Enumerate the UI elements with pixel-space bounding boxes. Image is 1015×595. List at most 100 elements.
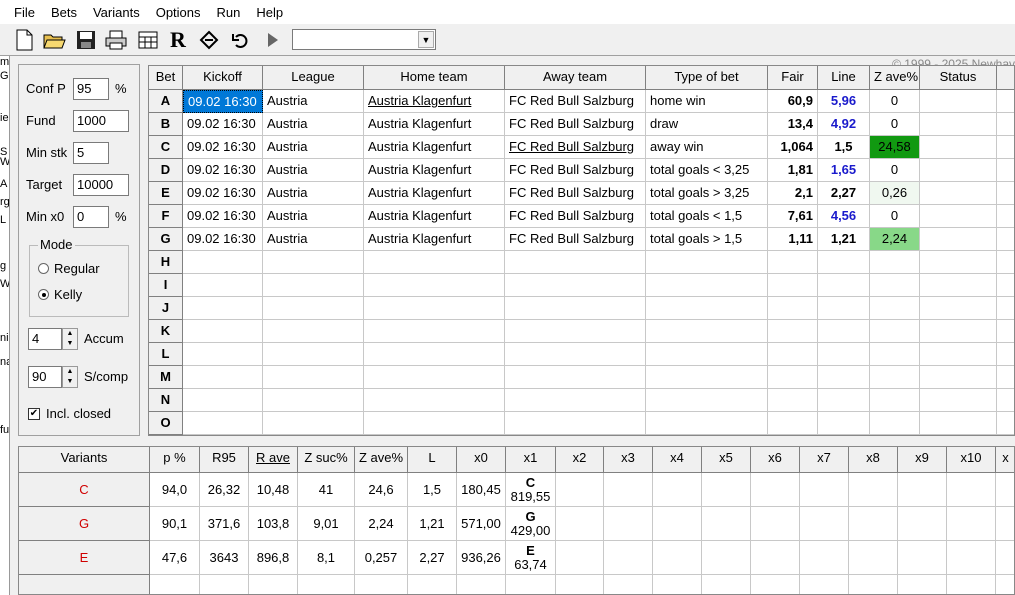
table-cell[interactable]: 103,8: [249, 507, 298, 541]
table-cell[interactable]: 5,96: [818, 90, 870, 113]
table-cell[interactable]: Austria Klagenfurt: [364, 205, 505, 228]
table-cell[interactable]: FC Red Bull Salzburg: [505, 182, 646, 205]
table-cell[interactable]: [604, 473, 653, 507]
table-cell[interactable]: [183, 412, 263, 435]
table-cell[interactable]: [263, 366, 364, 389]
save-icon[interactable]: [74, 28, 98, 52]
table-cell[interactable]: 2,24: [870, 228, 920, 251]
column-header-x4[interactable]: x4: [653, 447, 702, 473]
table-cell[interactable]: [870, 343, 920, 366]
undo-icon[interactable]: [229, 28, 253, 52]
table-cell[interactable]: 24,6: [355, 473, 408, 507]
table-cell[interactable]: 2,27: [408, 541, 457, 575]
print-icon[interactable]: [104, 28, 128, 52]
table-cell[interactable]: [997, 366, 1014, 389]
refresh-icon[interactable]: [197, 28, 221, 52]
column-header-variants[interactable]: Variants: [19, 447, 150, 473]
table-cell[interactable]: total goals < 1,5: [646, 205, 768, 228]
table-cell[interactable]: 3643: [200, 541, 249, 575]
row-header[interactable]: H: [149, 251, 183, 274]
table-cell[interactable]: Austria Klagenfurt: [364, 228, 505, 251]
table-cell[interactable]: [646, 297, 768, 320]
table-cell[interactable]: [768, 343, 818, 366]
table-cell[interactable]: [751, 473, 800, 507]
row-header[interactable]: O: [149, 412, 183, 435]
table-cell[interactable]: [997, 297, 1014, 320]
calculator-icon[interactable]: [136, 28, 160, 52]
table-cell[interactable]: 90,1: [150, 507, 200, 541]
table-cell[interactable]: FC Red Bull Salzburg: [505, 90, 646, 113]
table-cell[interactable]: [898, 541, 947, 575]
table-cell[interactable]: [800, 507, 849, 541]
table-cell[interactable]: 0,26: [870, 182, 920, 205]
row-header[interactable]: N: [149, 389, 183, 412]
r-icon[interactable]: R: [166, 27, 190, 52]
table-cell[interactable]: [920, 90, 997, 113]
table-cell[interactable]: [702, 575, 751, 594]
table-cell[interactable]: 1,21: [818, 228, 870, 251]
table-cell[interactable]: [870, 320, 920, 343]
target-input[interactable]: 10000: [73, 174, 129, 196]
table-cell[interactable]: [898, 575, 947, 594]
column-header-p-[interactable]: p %: [150, 447, 200, 473]
row-header[interactable]: E: [149, 182, 183, 205]
table-cell[interactable]: [920, 159, 997, 182]
table-cell[interactable]: [505, 320, 646, 343]
table-cell[interactable]: [646, 412, 768, 435]
table-cell[interactable]: FC Red Bull Salzburg: [505, 228, 646, 251]
column-header-x5[interactable]: x5: [702, 447, 751, 473]
table-cell[interactable]: [653, 541, 702, 575]
table-cell[interactable]: [364, 251, 505, 274]
table-cell[interactable]: Austria: [263, 136, 364, 159]
table-cell[interactable]: [768, 297, 818, 320]
row-header[interactable]: I: [149, 274, 183, 297]
table-cell[interactable]: [646, 389, 768, 412]
column-header-away-team[interactable]: Away team: [505, 66, 646, 90]
table-cell[interactable]: [646, 251, 768, 274]
table-cell[interactable]: [768, 320, 818, 343]
table-cell[interactable]: [800, 541, 849, 575]
x1-cell[interactable]: G 429,00: [506, 507, 556, 541]
table-cell[interactable]: 2,27: [818, 182, 870, 205]
table-cell[interactable]: 09.02 16:30: [183, 136, 263, 159]
table-cell[interactable]: Austria Klagenfurt: [364, 182, 505, 205]
table-cell[interactable]: Austria: [263, 113, 364, 136]
table-cell[interactable]: [849, 541, 898, 575]
table-cell[interactable]: [556, 473, 604, 507]
table-cell[interactable]: [768, 389, 818, 412]
row-header[interactable]: J: [149, 297, 183, 320]
table-cell[interactable]: away win: [646, 136, 768, 159]
column-header-x9[interactable]: x9: [898, 447, 947, 473]
row-header[interactable]: D: [149, 159, 183, 182]
table-cell[interactable]: [997, 389, 1014, 412]
row-header[interactable]: G: [149, 228, 183, 251]
table-cell[interactable]: [183, 297, 263, 320]
accum-stepper[interactable]: ▲ ▼: [62, 328, 78, 350]
table-cell[interactable]: [920, 343, 997, 366]
table-cell[interactable]: [818, 297, 870, 320]
table-cell[interactable]: [263, 320, 364, 343]
table-cell[interactable]: 41: [298, 473, 355, 507]
table-cell[interactable]: [818, 343, 870, 366]
table-cell[interactable]: 09.02 16:30: [183, 159, 263, 182]
table-cell[interactable]: [996, 575, 1014, 594]
table-cell[interactable]: [556, 507, 604, 541]
table-cell[interactable]: [997, 412, 1014, 435]
table-cell[interactable]: [870, 389, 920, 412]
table-cell[interactable]: [920, 182, 997, 205]
variant-row-header[interactable]: [19, 575, 150, 594]
table-cell[interactable]: Austria: [263, 182, 364, 205]
table-cell[interactable]: FC Red Bull Salzburg: [505, 159, 646, 182]
table-cell[interactable]: 936,26: [457, 541, 506, 575]
variant-row-header[interactable]: C: [19, 473, 150, 507]
table-cell[interactable]: [505, 251, 646, 274]
column-header-status[interactable]: Status: [920, 66, 997, 90]
table-cell[interactable]: [818, 366, 870, 389]
table-cell[interactable]: [920, 389, 997, 412]
table-cell[interactable]: [183, 320, 263, 343]
table-cell[interactable]: [768, 251, 818, 274]
column-header-x6[interactable]: x6: [751, 447, 800, 473]
column-header-line[interactable]: Line: [818, 66, 870, 90]
table-cell[interactable]: 7,61: [768, 205, 818, 228]
table-cell[interactable]: [920, 366, 997, 389]
